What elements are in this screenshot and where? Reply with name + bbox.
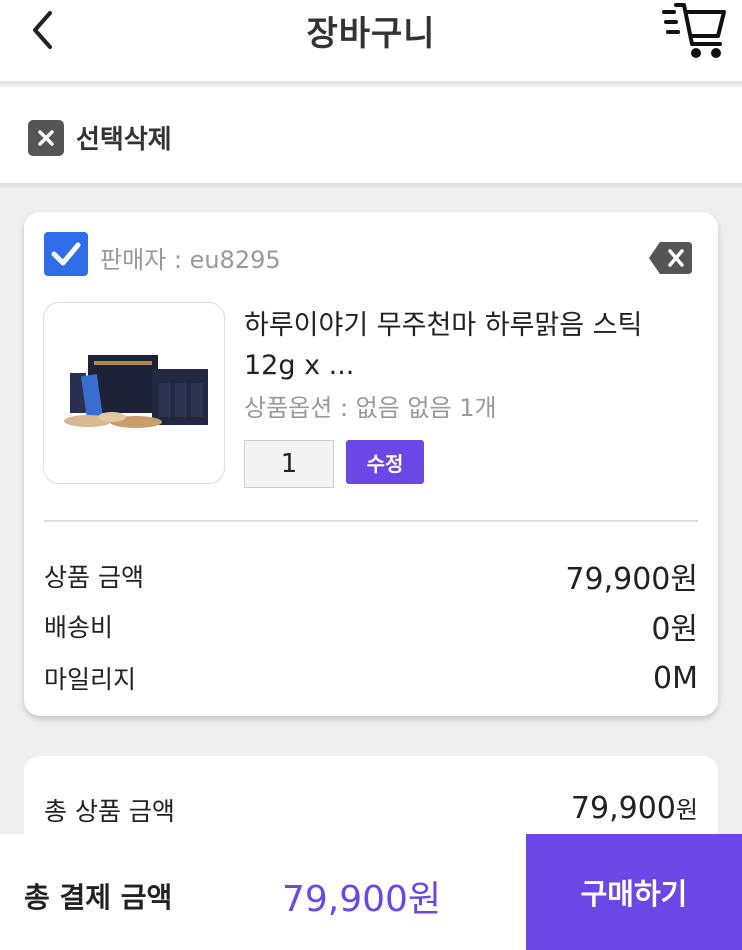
item-checkbox[interactable]: [44, 232, 88, 276]
total-product-value: 79,900원: [571, 790, 698, 826]
delete-selected-label: 선택삭제: [76, 125, 172, 155]
delete-selected-button[interactable]: 선택삭제: [28, 119, 172, 156]
mileage-row: 마일리지 0M: [44, 658, 698, 698]
purchase-button[interactable]: 구매하기: [526, 834, 742, 950]
mileage-value: 0M: [653, 660, 698, 696]
price-label: 상품 금액: [44, 563, 144, 592]
select-bar: 선택삭제: [0, 87, 742, 187]
cart-button[interactable]: [662, 0, 728, 62]
backspace-icon: [649, 242, 692, 274]
cart-item-card: 판매자 : eu8295 하루이야기 무주천마 하루맑음 스틱 12g x ..…: [24, 212, 718, 716]
total-payment-value: 79,900원: [282, 879, 442, 920]
check-icon: [51, 242, 81, 266]
price-value: 79,900원: [565, 562, 698, 597]
divider: [44, 520, 698, 522]
seller-label: 판매자 : eu8295: [100, 246, 281, 274]
mileage-label: 마일리지: [44, 665, 137, 694]
product-name[interactable]: 하루이야기 무주천마 하루맑음 스틱 12g x ...: [244, 306, 694, 386]
total-product-label: 총 상품 금액: [44, 797, 175, 826]
edit-quantity-button[interactable]: 수정: [346, 440, 424, 484]
total-payment-label: 총 결제 금액: [24, 881, 173, 914]
shipping-label: 배송비: [44, 613, 114, 642]
close-icon: [28, 119, 64, 156]
remove-item-button[interactable]: [648, 240, 694, 276]
page-title: 장바구니: [306, 14, 436, 54]
total-product-unit: 원: [675, 796, 698, 824]
cart-icon: [662, 3, 726, 58]
quantity-input[interactable]: 1: [244, 440, 334, 488]
app-header: 장바구니: [0, 0, 742, 84]
shipping-row: 배송비 0원: [44, 606, 698, 647]
product-image[interactable]: [43, 302, 225, 484]
checkout-bar: 총 결제 금액 79,900원 구매하기: [0, 834, 742, 950]
total-product-number: 79,900: [570, 791, 676, 826]
shipping-value: 0원: [651, 612, 698, 647]
product-option: 상품옵션 : 없음 없음 1개: [244, 394, 497, 422]
price-row: 상품 금액 79,900원: [44, 556, 698, 597]
